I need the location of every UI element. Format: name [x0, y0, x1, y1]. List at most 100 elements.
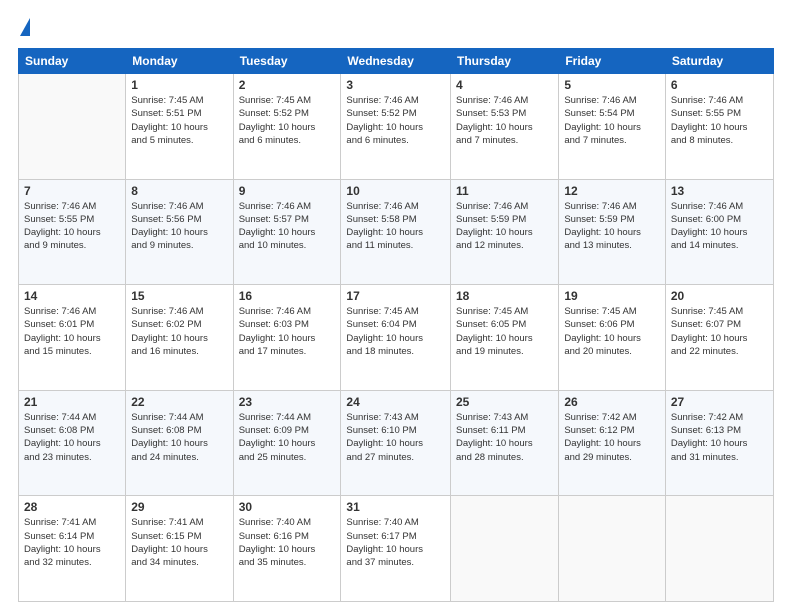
calendar-cell: 16 Sunrise: 7:46 AMSunset: 6:03 PMDayligh… [233, 285, 341, 391]
day-detail: Sunrise: 7:43 AMSunset: 6:10 PMDaylight:… [346, 411, 445, 464]
calendar-cell: 13 Sunrise: 7:46 AMSunset: 6:00 PMDayligh… [665, 179, 773, 285]
week-row-3: 14 Sunrise: 7:46 AMSunset: 6:01 PMDayligh… [19, 285, 774, 391]
day-detail: Sunrise: 7:42 AMSunset: 6:12 PMDaylight:… [564, 411, 660, 464]
calendar-cell: 24Sunrise: 7:43 AMSunset: 6:10 PMDayligh… [341, 390, 451, 496]
day-number: 3 [346, 78, 445, 92]
calendar-cell: 12 Sunrise: 7:46 AMSunset: 5:59 PMDayligh… [559, 179, 666, 285]
calendar-cell: 27 Sunrise: 7:42 AMSunset: 6:13 PMDayligh… [665, 390, 773, 496]
calendar-cell: 20Sunrise: 7:45 AMSunset: 6:07 PMDayligh… [665, 285, 773, 391]
calendar-table: SundayMondayTuesdayWednesdayThursdayFrid… [18, 48, 774, 602]
day-number: 11 [456, 184, 553, 198]
day-number: 13 [671, 184, 768, 198]
day-detail: Sunrise: 7:46 AMSunset: 5:52 PMDaylight:… [346, 94, 445, 147]
day-number: 22 [131, 395, 227, 409]
calendar-cell: 26 Sunrise: 7:42 AMSunset: 6:12 PMDayligh… [559, 390, 666, 496]
col-header-friday: Friday [559, 49, 666, 74]
day-detail: Sunrise: 7:46 AMSunset: 5:58 PMDaylight:… [346, 200, 445, 253]
logo [18, 18, 30, 38]
day-detail: Sunrise: 7:46 AMSunset: 6:03 PMDaylight:… [239, 305, 336, 358]
col-header-monday: Monday [126, 49, 233, 74]
day-number: 4 [456, 78, 553, 92]
day-number: 29 [131, 500, 227, 514]
calendar-cell: 7Sunrise: 7:46 AMSunset: 5:55 PMDaylight… [19, 179, 126, 285]
day-number: 26 [564, 395, 660, 409]
calendar-cell: 8Sunrise: 7:46 AMSunset: 5:56 PMDaylight… [126, 179, 233, 285]
calendar-cell: 10Sunrise: 7:46 AMSunset: 5:58 PMDayligh… [341, 179, 451, 285]
calendar-cell [19, 74, 126, 180]
day-detail: Sunrise: 7:41 AMSunset: 6:15 PMDaylight:… [131, 516, 227, 569]
day-number: 23 [239, 395, 336, 409]
calendar-cell: 11Sunrise: 7:46 AMSunset: 5:59 PMDayligh… [451, 179, 559, 285]
day-number: 25 [456, 395, 553, 409]
day-detail: Sunrise: 7:42 AMSunset: 6:13 PMDaylight:… [671, 411, 768, 464]
col-header-wednesday: Wednesday [341, 49, 451, 74]
calendar-cell: 18Sunrise: 7:45 AMSunset: 6:05 PMDayligh… [451, 285, 559, 391]
calendar-cell: 14 Sunrise: 7:46 AMSunset: 6:01 PMDayligh… [19, 285, 126, 391]
week-row-5: 28 Sunrise: 7:41 AMSunset: 6:14 PMDayligh… [19, 496, 774, 602]
calendar-cell [451, 496, 559, 602]
calendar-cell: 3 Sunrise: 7:46 AMSunset: 5:52 PMDaylight… [341, 74, 451, 180]
day-number: 12 [564, 184, 660, 198]
calendar-cell: 25 Sunrise: 7:43 AMSunset: 6:11 PMDayligh… [451, 390, 559, 496]
day-number: 1 [131, 78, 227, 92]
day-detail: Sunrise: 7:45 AMSunset: 6:04 PMDaylight:… [346, 305, 445, 358]
week-row-1: 1 Sunrise: 7:45 AMSunset: 5:51 PMDaylight… [19, 74, 774, 180]
day-number: 2 [239, 78, 336, 92]
day-number: 16 [239, 289, 336, 303]
day-detail: Sunrise: 7:46 AMSunset: 5:57 PMDaylight:… [239, 200, 336, 253]
calendar-cell: 23 Sunrise: 7:44 AMSunset: 6:09 PMDayligh… [233, 390, 341, 496]
day-detail: Sunrise: 7:40 AMSunset: 6:16 PMDaylight:… [239, 516, 336, 569]
calendar-cell: 29 Sunrise: 7:41 AMSunset: 6:15 PMDayligh… [126, 496, 233, 602]
day-number: 28 [24, 500, 120, 514]
day-detail: Sunrise: 7:46 AMSunset: 6:02 PMDaylight:… [131, 305, 227, 358]
day-detail: Sunrise: 7:41 AMSunset: 6:14 PMDaylight:… [24, 516, 120, 569]
day-number: 19 [564, 289, 660, 303]
day-number: 27 [671, 395, 768, 409]
calendar-cell: 15 Sunrise: 7:46 AMSunset: 6:02 PMDayligh… [126, 285, 233, 391]
day-detail: Sunrise: 7:46 AMSunset: 5:55 PMDaylight:… [24, 200, 120, 253]
day-detail: Sunrise: 7:40 AMSunset: 6:17 PMDaylight:… [346, 516, 445, 569]
day-number: 17 [346, 289, 445, 303]
day-detail: Sunrise: 7:44 AMSunset: 6:09 PMDaylight:… [239, 411, 336, 464]
calendar-cell: 19Sunrise: 7:45 AMSunset: 6:06 PMDayligh… [559, 285, 666, 391]
day-detail: Sunrise: 7:46 AMSunset: 6:00 PMDaylight:… [671, 200, 768, 253]
calendar-header-row: SundayMondayTuesdayWednesdayThursdayFrid… [19, 49, 774, 74]
calendar-cell [665, 496, 773, 602]
col-header-sunday: Sunday [19, 49, 126, 74]
calendar-cell: 9 Sunrise: 7:46 AMSunset: 5:57 PMDaylight… [233, 179, 341, 285]
day-detail: Sunrise: 7:46 AMSunset: 5:56 PMDaylight:… [131, 200, 227, 253]
day-number: 30 [239, 500, 336, 514]
day-detail: Sunrise: 7:46 AMSunset: 5:55 PMDaylight:… [671, 94, 768, 147]
col-header-saturday: Saturday [665, 49, 773, 74]
calendar-cell: 17 Sunrise: 7:45 AMSunset: 6:04 PMDayligh… [341, 285, 451, 391]
calendar-cell: 31 Sunrise: 7:40 AMSunset: 6:17 PMDayligh… [341, 496, 451, 602]
day-detail: Sunrise: 7:45 AMSunset: 5:51 PMDaylight:… [131, 94, 227, 147]
week-row-2: 7Sunrise: 7:46 AMSunset: 5:55 PMDaylight… [19, 179, 774, 285]
header [18, 18, 774, 38]
calendar-cell: 30 Sunrise: 7:40 AMSunset: 6:16 PMDayligh… [233, 496, 341, 602]
day-number: 31 [346, 500, 445, 514]
logo-triangle-icon [20, 18, 30, 36]
day-detail: Sunrise: 7:45 AMSunset: 6:05 PMDaylight:… [456, 305, 553, 358]
day-number: 21 [24, 395, 120, 409]
day-detail: Sunrise: 7:46 AMSunset: 5:53 PMDaylight:… [456, 94, 553, 147]
calendar-cell: 22Sunrise: 7:44 AMSunset: 6:08 PMDayligh… [126, 390, 233, 496]
day-number: 20 [671, 289, 768, 303]
day-number: 5 [564, 78, 660, 92]
calendar-cell: 28 Sunrise: 7:41 AMSunset: 6:14 PMDayligh… [19, 496, 126, 602]
calendar-cell: 2 Sunrise: 7:45 AMSunset: 5:52 PMDaylight… [233, 74, 341, 180]
calendar-cell: 5 Sunrise: 7:46 AMSunset: 5:54 PMDaylight… [559, 74, 666, 180]
col-header-tuesday: Tuesday [233, 49, 341, 74]
day-detail: Sunrise: 7:46 AMSunset: 6:01 PMDaylight:… [24, 305, 120, 358]
day-detail: Sunrise: 7:44 AMSunset: 6:08 PMDaylight:… [24, 411, 120, 464]
day-number: 15 [131, 289, 227, 303]
day-number: 9 [239, 184, 336, 198]
day-number: 14 [24, 289, 120, 303]
calendar-cell: 1 Sunrise: 7:45 AMSunset: 5:51 PMDaylight… [126, 74, 233, 180]
day-detail: Sunrise: 7:46 AMSunset: 5:54 PMDaylight:… [564, 94, 660, 147]
day-detail: Sunrise: 7:45 AMSunset: 5:52 PMDaylight:… [239, 94, 336, 147]
week-row-4: 21 Sunrise: 7:44 AMSunset: 6:08 PMDayligh… [19, 390, 774, 496]
calendar-page: SundayMondayTuesdayWednesdayThursdayFrid… [0, 0, 792, 612]
day-detail: Sunrise: 7:46 AMSunset: 5:59 PMDaylight:… [564, 200, 660, 253]
day-detail: Sunrise: 7:43 AMSunset: 6:11 PMDaylight:… [456, 411, 553, 464]
